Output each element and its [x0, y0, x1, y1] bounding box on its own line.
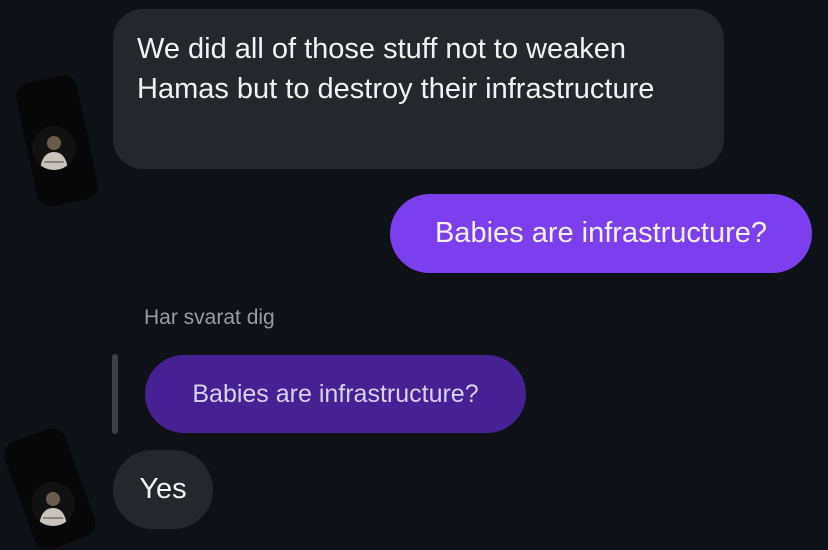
incoming-message-bubble[interactable]: Yes [113, 450, 213, 529]
sender-avatar[interactable] [32, 126, 76, 170]
outgoing-message-bubble[interactable]: Babies are infrastructure? [390, 194, 812, 273]
profile-avatar-icon [32, 126, 76, 170]
incoming-message-bubble[interactable]: We did all of those stuff not to weaken … [113, 9, 724, 169]
sender-avatar[interactable] [31, 482, 75, 526]
profile-avatar-icon [31, 482, 75, 526]
quoted-message-bubble[interactable]: Babies are infrastructure? [145, 355, 526, 433]
reply-header-label: Har svarat dig [144, 306, 275, 329]
reply-indicator-bar [112, 354, 118, 434]
chat-thread: We did all of those stuff not to weaken … [0, 0, 828, 550]
